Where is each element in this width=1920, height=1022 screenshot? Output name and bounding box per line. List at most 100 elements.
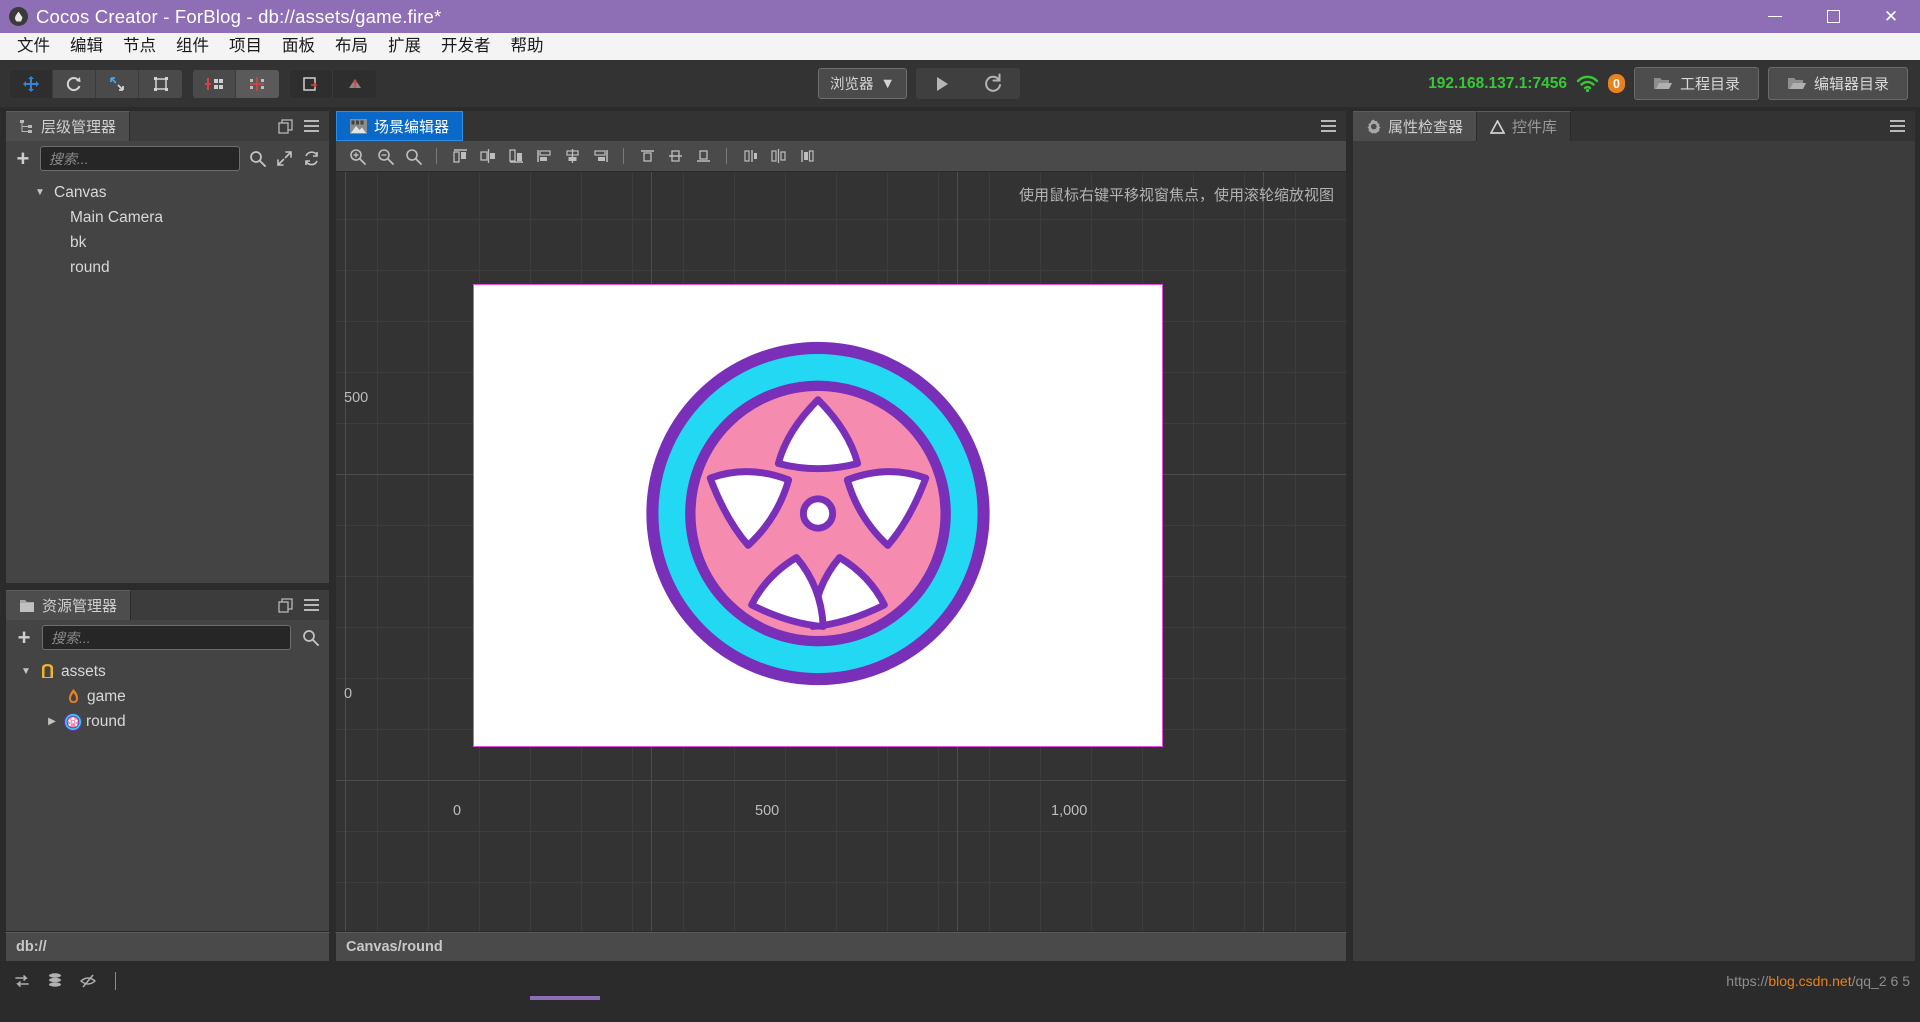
- inspector-body: [1353, 141, 1915, 961]
- asset-item-assets[interactable]: ▼ assets: [6, 659, 329, 684]
- distribute-center-icon: [565, 149, 579, 163]
- menu-item-layout[interactable]: 布局: [325, 33, 378, 60]
- menu-item-help[interactable]: 帮助: [501, 33, 554, 60]
- align-middle-button[interactable]: [662, 144, 688, 168]
- anchor-tool-button[interactable]: [236, 69, 279, 98]
- sync-glyph: [15, 975, 29, 987]
- distribute-right-button[interactable]: [587, 144, 613, 168]
- assets-search-row: +: [6, 620, 329, 655]
- wheel-sprite-node[interactable]: [646, 341, 991, 691]
- zoom-fit-icon: [405, 148, 422, 165]
- editor-folder-button[interactable]: 编辑器目录: [1767, 67, 1908, 100]
- menu-item-panel[interactable]: 面板: [272, 33, 325, 60]
- tab-scene-editor[interactable]: 场景编辑器: [336, 111, 464, 141]
- assets-menu-icon[interactable]: [304, 599, 319, 611]
- menu-item-node[interactable]: 节点: [113, 33, 166, 60]
- pivot-tool-button[interactable]: [193, 69, 236, 98]
- asset-item-game[interactable]: ▶ game: [6, 684, 329, 709]
- distribute-center-button[interactable]: [559, 144, 585, 168]
- tab-assets[interactable]: 资源管理器: [6, 590, 132, 620]
- asset-item-round[interactable]: ▶ round: [6, 709, 329, 734]
- tree-item-label: Main Camera: [70, 208, 164, 226]
- scene-canvas-node[interactable]: [473, 284, 1163, 747]
- rect-tool-button[interactable]: [139, 69, 182, 98]
- distribute-v-center-button[interactable]: [765, 144, 791, 168]
- tab-widget-library[interactable]: 控件库: [1477, 111, 1572, 141]
- menu-item-edit[interactable]: 编辑: [60, 33, 113, 60]
- tab-widget-library-label: 控件库: [1512, 119, 1558, 136]
- popout-icon[interactable]: [278, 597, 293, 613]
- inspector-menu-icon[interactable]: [1890, 120, 1905, 132]
- chevron-right-icon[interactable]: ▶: [44, 716, 60, 727]
- assets-search-icon[interactable]: [300, 628, 320, 648]
- distribute-left-button[interactable]: [531, 144, 557, 168]
- project-folder-label: 工程目录: [1679, 76, 1740, 93]
- zoom-out-icon: [377, 148, 394, 165]
- rotate-tool-button[interactable]: [53, 69, 96, 98]
- hierarchy-search-icon[interactable]: [249, 149, 267, 169]
- local-coord-button[interactable]: [290, 69, 333, 98]
- menu-item-file[interactable]: 文件: [7, 33, 60, 60]
- rect-transform-icon: [153, 76, 168, 91]
- menu-item-extension[interactable]: 扩展: [378, 33, 431, 60]
- refresh-button[interactable]: [968, 68, 1020, 99]
- preview-off-icon[interactable]: [78, 971, 98, 991]
- align-bottom-button[interactable]: [690, 144, 716, 168]
- zoom-out-button[interactable]: [372, 144, 398, 168]
- distribute-v-top-button[interactable]: [737, 144, 763, 168]
- align-left-button[interactable]: [447, 144, 473, 168]
- inspector-tabbar: 属性检查器 控件库: [1353, 111, 1915, 141]
- menu-item-project[interactable]: 项目: [219, 33, 272, 60]
- global-coord-button[interactable]: [333, 69, 376, 98]
- tab-hierarchy-label: 层级管理器: [41, 119, 117, 136]
- popout-icon[interactable]: [278, 118, 293, 134]
- inspector-tabbar-actions: [1571, 111, 1915, 141]
- selected-node-path: Canvas/round: [346, 939, 443, 955]
- ruler-x-label-500: 500: [755, 803, 780, 819]
- tab-inspector[interactable]: 属性检查器: [1353, 111, 1478, 141]
- close-button[interactable]: ✕: [1862, 0, 1920, 33]
- align-center-h-button[interactable]: [475, 144, 501, 168]
- minimize-button[interactable]: [1746, 0, 1804, 33]
- add-node-button[interactable]: +: [15, 147, 31, 170]
- scene-menu-icon[interactable]: [1321, 120, 1336, 132]
- hierarchy-refresh-button[interactable]: [302, 149, 320, 169]
- asset-item-label: assets: [61, 662, 106, 680]
- preview-target-select[interactable]: 浏览器 ▼: [818, 68, 907, 99]
- sync-icon[interactable]: [12, 971, 32, 991]
- folder-open-icon: [1787, 78, 1806, 89]
- tree-item-main-camera[interactable]: Main Camera: [6, 205, 329, 230]
- hierarchy-search-input[interactable]: [39, 146, 240, 171]
- toolbar-separator: [726, 148, 727, 164]
- hierarchy-search-row: +: [6, 141, 329, 176]
- tree-item-canvas[interactable]: ▼ Canvas: [6, 180, 329, 205]
- asset-item-label: round: [86, 712, 126, 730]
- zoom-in-button[interactable]: [344, 144, 370, 168]
- menu-item-component[interactable]: 组件: [166, 33, 219, 60]
- maximize-button[interactable]: [1804, 0, 1862, 33]
- hierarchy-icon: [20, 120, 32, 133]
- zoom-fit-button[interactable]: [400, 144, 426, 168]
- tab-hierarchy[interactable]: 层级管理器: [6, 111, 131, 141]
- add-asset-button[interactable]: +: [15, 626, 33, 649]
- tree-item-round[interactable]: round: [6, 255, 329, 280]
- hierarchy-expand-button[interactable]: [276, 149, 294, 169]
- align-right-button[interactable]: [503, 144, 529, 168]
- database-icon[interactable]: [45, 971, 65, 991]
- window-title: Cocos Creator - ForBlog - db://assets/ga…: [36, 5, 442, 27]
- play-button[interactable]: [916, 68, 968, 99]
- hierarchy-menu-icon[interactable]: [304, 120, 319, 132]
- scale-tool-button[interactable]: [96, 69, 139, 98]
- scene-viewport[interactable]: 使用鼠标右键平移视窗焦点，使用滚轮缩放视图 500 0 0 500 1,000: [336, 172, 1346, 931]
- tree-item-bk[interactable]: bk: [6, 230, 329, 255]
- chevron-down-icon[interactable]: ▼: [18, 666, 34, 677]
- align-top-button[interactable]: [634, 144, 660, 168]
- project-folder-button[interactable]: 工程目录: [1633, 67, 1759, 100]
- distribute-v-center-icon: [770, 149, 786, 163]
- distribute-v-bottom-button[interactable]: [793, 144, 819, 168]
- local-coord-icon: [303, 76, 318, 91]
- chevron-down-icon[interactable]: ▼: [32, 187, 48, 198]
- menu-item-developer[interactable]: 开发者: [431, 33, 501, 60]
- move-tool-button[interactable]: [10, 69, 53, 98]
- assets-search-input[interactable]: [42, 625, 291, 650]
